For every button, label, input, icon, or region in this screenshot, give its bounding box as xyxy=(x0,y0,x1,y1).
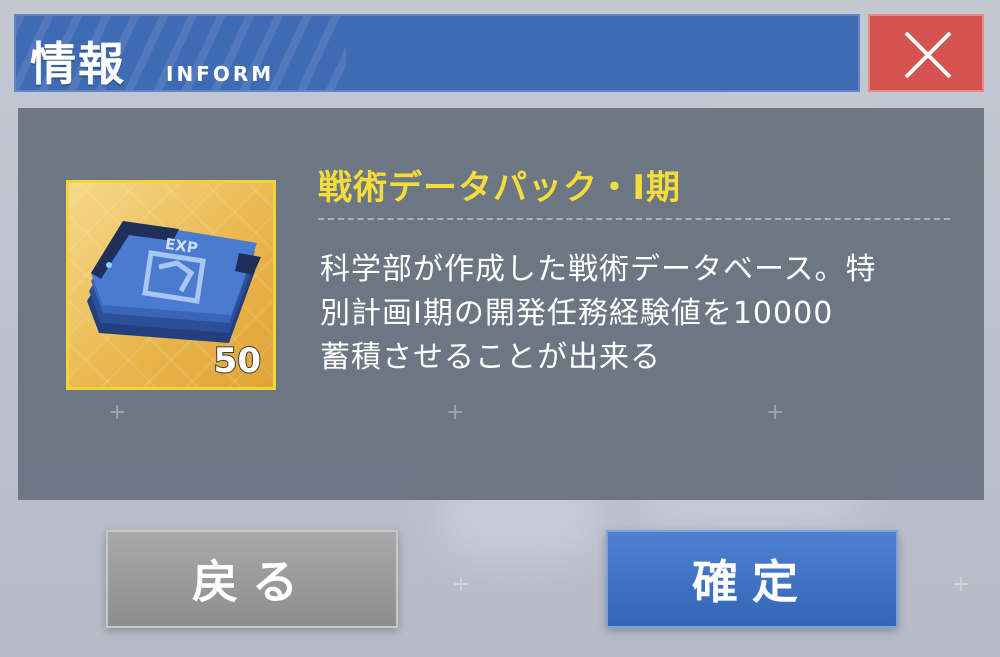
back-button-label: 戻る xyxy=(192,555,312,609)
decor-plus: + xyxy=(452,572,471,597)
back-button[interactable]: 戻る xyxy=(106,530,398,628)
decor-plus: + xyxy=(952,572,971,597)
item-description: 科学部が作成した戦術データベース。特 別計画Ⅰ期の開発任務経験値を10000 蓄… xyxy=(320,252,877,375)
item-name: 戦術データパック・Ⅰ期 xyxy=(318,168,681,208)
dialog-subtitle: INFORM xyxy=(166,62,275,86)
decor-plus: + xyxy=(446,400,465,425)
confirm-button-label: 確定 xyxy=(692,555,812,609)
close-button[interactable] xyxy=(868,14,984,92)
divider xyxy=(318,218,950,220)
dialog-title: 情報 xyxy=(30,37,126,91)
dialog-header: 情報 INFORM xyxy=(14,14,860,92)
item-count: 50 xyxy=(213,340,262,382)
close-icon xyxy=(904,31,952,79)
item-icon-frame: EXP 50 xyxy=(66,180,276,390)
decor-plus: + xyxy=(766,400,785,425)
confirm-button[interactable]: 確定 xyxy=(606,530,898,628)
decor-plus: + xyxy=(108,400,127,425)
